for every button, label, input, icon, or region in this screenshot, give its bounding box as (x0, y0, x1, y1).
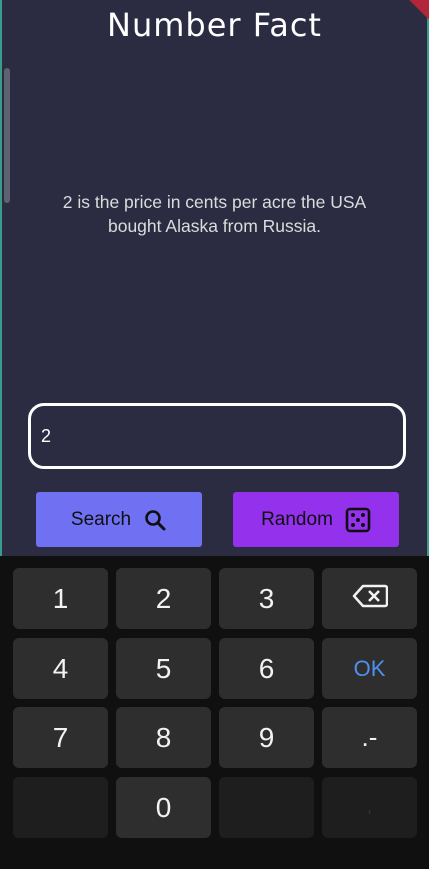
key-0[interactable]: 0 (116, 777, 211, 838)
random-button-label: Random (261, 508, 333, 530)
search-button[interactable]: Search (36, 492, 202, 547)
number-input[interactable] (28, 403, 406, 469)
key-3[interactable]: 3 (219, 568, 314, 629)
number-fact-text: 2 is the price in cents per acre the USA… (62, 192, 367, 236)
dice-icon (345, 507, 371, 533)
key-7[interactable]: 7 (13, 707, 108, 768)
key-1[interactable]: 1 (13, 568, 108, 629)
key-2[interactable]: 2 (116, 568, 211, 629)
key-comma[interactable]: , (322, 777, 417, 838)
key-empty-left (13, 777, 108, 838)
key-5[interactable]: 5 (116, 638, 211, 699)
search-button-label: Search (70, 508, 132, 530)
key-ok[interactable]: OK (322, 638, 417, 699)
page-title: Number Fact (107, 6, 322, 44)
app-screen: Number Fact 2 is the price in cents per … (0, 0, 429, 556)
backspace-icon (352, 583, 388, 615)
key-6[interactable]: 6 (219, 638, 314, 699)
search-icon (143, 508, 167, 532)
key-9[interactable]: 9 (219, 707, 314, 768)
key-8[interactable]: 8 (116, 707, 211, 768)
key-empty-right (219, 777, 314, 838)
key-4[interactable]: 4 (13, 638, 108, 699)
key-backspace[interactable] (322, 568, 417, 629)
numeric-keyboard: 1 2 3 4 5 6 OK 7 8 9 .- 0 , (0, 556, 429, 869)
random-button[interactable]: Random (233, 492, 399, 547)
key-dot-minus[interactable]: .- (322, 707, 417, 768)
scroll-handle[interactable] (4, 68, 10, 203)
